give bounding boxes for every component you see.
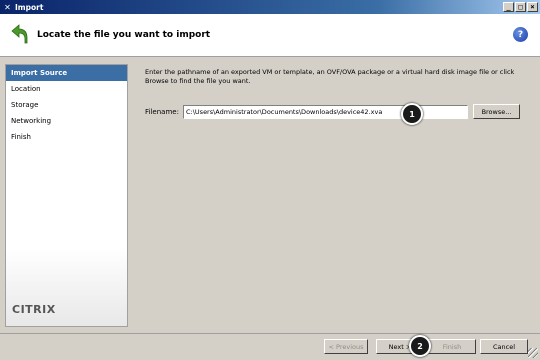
title-bar: ✕ Import _ □ × (0, 0, 540, 14)
help-icon[interactable]: ? (513, 27, 528, 42)
previous-button[interactable]: < Previous (324, 339, 368, 354)
minimize-button[interactable]: _ (503, 2, 514, 12)
wizard-steps-sidebar: Import Source Location Storage Networkin… (5, 64, 128, 327)
instructions-text: Enter the pathname of an exported VM or … (145, 68, 515, 85)
page-title: Locate the file you want to import (37, 30, 211, 40)
browse-button[interactable]: Browse... (473, 104, 520, 119)
finish-button[interactable]: Finish (428, 339, 476, 354)
sidebar-item-networking[interactable]: Networking (6, 113, 127, 129)
resize-grip[interactable] (528, 348, 538, 358)
wizard-footer: < Previous Next > Finish Cancel (0, 333, 540, 360)
wizard-header: Locate the file you want to import ? (0, 14, 540, 57)
step-marker-2: 2 (409, 335, 431, 357)
close-button[interactable]: × (527, 2, 538, 12)
maximize-button[interactable]: □ (515, 2, 526, 12)
xenserver-app-icon: ✕ (4, 2, 11, 12)
filename-label: Filename: (145, 107, 179, 116)
window-controls: _ □ × (503, 2, 538, 12)
filename-row: Filename: C:\Users\Administrator\Documen… (145, 104, 520, 119)
cancel-button[interactable]: Cancel (480, 339, 528, 354)
window-title: Import (15, 2, 44, 12)
main-content: Enter the pathname of an exported VM or … (140, 64, 535, 327)
sidebar-item-finish[interactable]: Finish (6, 129, 127, 145)
sidebar-item-import-source[interactable]: Import Source (6, 65, 127, 81)
sidebar-item-storage[interactable]: Storage (6, 97, 127, 113)
sidebar-item-location[interactable]: Location (6, 81, 127, 97)
filename-input[interactable]: C:\Users\Administrator\Documents\Downloa… (183, 104, 468, 119)
step-marker-1: 1 (401, 103, 423, 125)
import-arrow-icon (11, 24, 28, 44)
citrix-logo: CITRIX (12, 303, 56, 316)
